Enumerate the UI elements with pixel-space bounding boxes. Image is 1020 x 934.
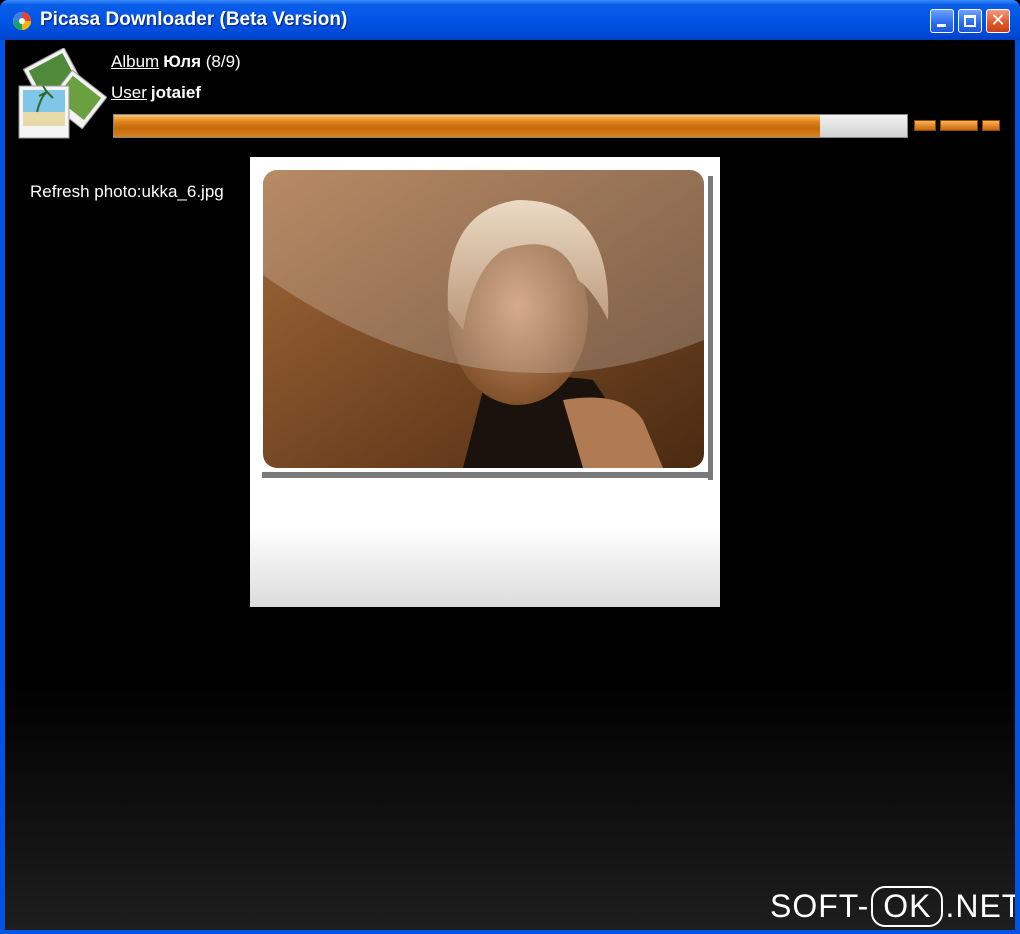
progress-segment — [940, 120, 978, 131]
album-link[interactable]: Album — [111, 52, 159, 71]
close-button[interactable]: ✕ — [986, 9, 1010, 33]
app-window: Picasa Downloader (Beta Version) ✕ Album… — [0, 0, 1020, 934]
photo-stack-logo-icon — [17, 47, 108, 140]
watermark: SOFT- OK .NET — [770, 886, 1015, 927]
user-info: User jotaief — [111, 83, 201, 103]
watermark-left: SOFT- — [770, 888, 870, 924]
minimize-button[interactable] — [930, 9, 954, 33]
status-text: Refresh photo:ukka_6.jpg — [30, 182, 224, 201]
close-icon: ✕ — [990, 10, 1006, 31]
title-bar[interactable]: Picasa Downloader (Beta Version) ✕ — [0, 0, 1020, 40]
maximize-icon — [964, 15, 976, 27]
download-progress-bar — [113, 114, 908, 138]
photo-shadow — [262, 472, 713, 478]
photo-preview-image[interactable] — [263, 170, 704, 468]
photo-shadow — [708, 176, 713, 480]
minimize-icon — [937, 24, 946, 27]
album-info: Album Юля (8/9) — [111, 52, 241, 72]
watermark-right: .NET — [945, 888, 1015, 924]
picasa-app-icon — [12, 11, 32, 31]
watermark-boxed: OK — [871, 886, 944, 927]
progress-segment — [982, 120, 1000, 131]
main-panel: Album Юля (8/9) User jotaief Refresh photo… — [5, 40, 1015, 930]
progress-segment — [914, 120, 936, 131]
maximize-button[interactable] — [958, 9, 982, 33]
album-count: (8/9) — [205, 52, 241, 71]
album-name: Юля — [163, 52, 202, 71]
progress-fill — [114, 115, 820, 137]
user-name: jotaief — [150, 83, 201, 102]
window-title: Picasa Downloader (Beta Version) — [40, 9, 348, 30]
user-link[interactable]: User — [111, 83, 147, 102]
